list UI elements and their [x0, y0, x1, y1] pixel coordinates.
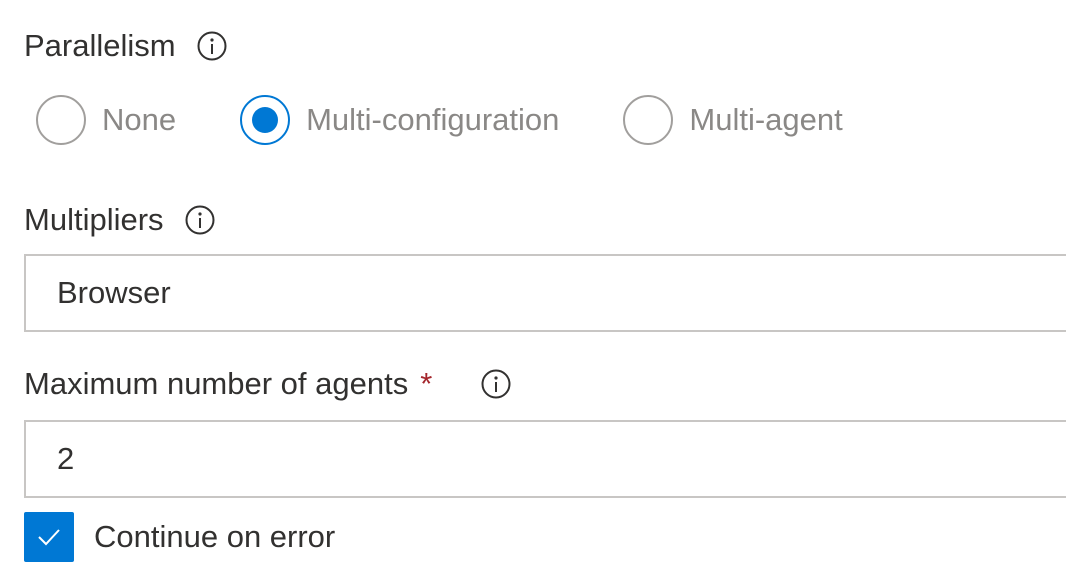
- continue-on-error-checkbox-row[interactable]: Continue on error: [24, 512, 335, 562]
- multipliers-info-icon[interactable]: [184, 204, 216, 236]
- parallelism-label-row: Parallelism: [24, 26, 228, 66]
- radio-button-none[interactable]: [36, 95, 86, 145]
- checkmark-icon: [38, 529, 60, 546]
- max-agents-info-icon[interactable]: [480, 368, 512, 400]
- max-agents-input[interactable]: 2: [24, 420, 1066, 498]
- parallelism-label: Parallelism: [24, 28, 176, 63]
- radio-option-multi-agent[interactable]: Multi-agent: [623, 95, 843, 145]
- radio-option-multi-configuration[interactable]: Multi-configuration: [240, 95, 559, 145]
- radio-label-multi-agent: Multi-agent: [689, 102, 843, 137]
- radio-button-multi-configuration[interactable]: [240, 95, 291, 145]
- continue-on-error-checkbox[interactable]: [24, 512, 74, 562]
- radio-button-multi-agent[interactable]: [623, 95, 674, 145]
- multipliers-label-row: Multipliers: [24, 200, 216, 240]
- radio-option-none[interactable]: None: [36, 95, 176, 145]
- job-options-panel: Parallelism None Multi-configuration Mul…: [0, 0, 1066, 584]
- max-agents-label: Maximum number of agents: [24, 366, 409, 401]
- max-agents-value: 2: [57, 441, 75, 476]
- radio-label-multi-configuration: Multi-configuration: [306, 102, 560, 137]
- required-asterisk: *: [420, 366, 433, 401]
- multipliers-value: Browser: [57, 275, 171, 310]
- multipliers-label: Multipliers: [24, 202, 164, 237]
- parallelism-radio-group: None Multi-configuration Multi-agent: [36, 94, 843, 146]
- continue-on-error-label: Continue on error: [94, 519, 336, 554]
- max-agents-label-row: Maximum number of agents *: [24, 364, 512, 404]
- radio-label-none: None: [102, 102, 177, 137]
- parallelism-info-icon[interactable]: [196, 30, 228, 62]
- multipliers-input[interactable]: Browser: [24, 254, 1066, 332]
